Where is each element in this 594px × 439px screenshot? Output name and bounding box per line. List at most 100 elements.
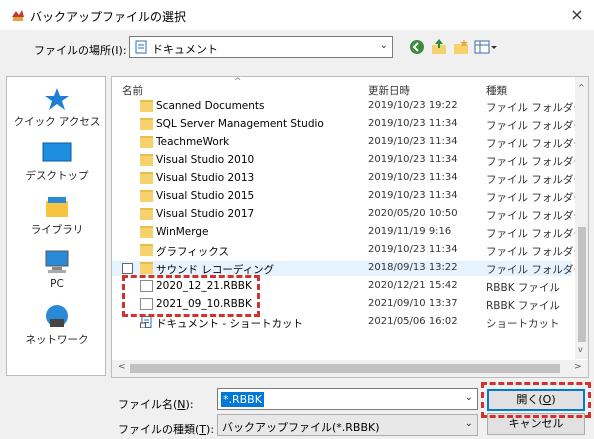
filetype-select[interactable]: バックアップファイル(*.RBBK) ⌄ [217,414,478,436]
folder-icon [140,172,153,184]
folder-icon [140,190,153,202]
file-icon [140,298,153,310]
file-row[interactable]: Visual Studio 2015 2019/10/23 11:34 ファイル… [112,189,584,204]
place-label: PC [50,278,64,290]
column-header-date[interactable]: 更新日時 [368,83,410,98]
file-type: ファイル フォルダー [486,138,584,150]
places-bar: クイック アクセス デスクトップ ライブラリ PC ネットワーク [6,76,106,376]
file-date: 2021/05/06 16:02 [368,316,458,327]
horizontal-scrollbar[interactable]: < > [112,360,588,377]
file-type: ファイル フォルダー [486,156,584,168]
file-name: サウンド レコーディング [156,264,275,276]
row-checkbox[interactable] [122,263,133,274]
place-label: デスクトップ [25,170,89,182]
place-quick-access[interactable]: クイック アクセス [7,87,107,129]
file-name: 2021_09_10.RBBK [156,298,252,310]
file-date: 2019/10/23 19:22 [368,100,458,111]
scroll-down-icon[interactable]: v [578,345,583,354]
app-icon [12,10,24,21]
column-header-type[interactable]: 種類 [486,83,507,98]
file-row[interactable]: Visual Studio 2017 2020/05/20 10:50 ファイル… [112,207,584,222]
open-button[interactable]: 開く(O) [487,389,585,411]
file-type: RBBK ファイル [486,300,560,312]
file-list[interactable]: 名前 ^ 更新日時 種類 Scanned Documents 2019/10/2… [111,76,589,378]
column-header-name[interactable]: 名前 [122,83,143,98]
filetype-value: バックアップファイル(*.RBBK) [222,421,380,434]
file-type: ファイル フォルダー [486,120,584,132]
filetype-label: ファイルの種類(T): [118,423,215,436]
file-row[interactable]: SQL Server Management Studio 2019/10/23 … [112,117,584,132]
filename-input[interactable]: *.RBBK [221,392,264,407]
file-date: 2021/09/10 13:37 [368,298,458,309]
file-row[interactable]: 2021_09_10.RBBK 2021/09/10 13:37 RBBK ファ… [112,297,572,312]
file-date: 2019/10/23 11:34 [368,244,458,255]
location-label: ファイルの場所(I): [34,44,127,57]
file-type: ファイル フォルダー [486,228,584,240]
pc-icon [45,250,69,273]
file-type: ショートカット [486,318,560,330]
file-type: RBBK ファイル [486,282,560,294]
window-title: バックアップファイルの選択 [30,10,187,24]
file-date: 2018/09/13 13:22 [368,262,458,273]
file-name: Visual Studio 2015 [156,190,255,202]
file-row[interactable]: ドキュメント - ショートカット 2021/05/06 16:02 ショートカッ… [112,315,572,330]
chevron-down-icon: ⌄ [379,40,388,51]
folder-icon [140,154,153,166]
file-type: ファイル フォルダー [486,246,584,258]
star-icon [45,88,69,110]
file-row[interactable]: Scanned Documents 2019/10/23 19:22 ファイル … [112,99,584,114]
scroll-thumb[interactable] [130,364,560,373]
file-date: 2020/12/21 15:42 [368,280,458,291]
folder-icon [140,244,153,256]
scroll-left-icon[interactable]: < [118,362,126,372]
cancel-button[interactable]: キャンセル [487,413,585,435]
close-button[interactable]: × [566,4,588,26]
file-name: ドキュメント - ショートカット [156,318,303,330]
new-folder-icon[interactable] [452,38,470,56]
folder-icon [140,262,153,274]
place-desktop[interactable]: デスクトップ [7,141,107,183]
file-type: ファイル フォルダー [486,102,584,114]
location-value: ドキュメント [152,43,218,56]
file-name: WinMerge [156,226,209,238]
file-date: 2020/05/20 10:50 [368,208,458,219]
file-date: 2019/10/23 11:34 [368,118,458,129]
file-row[interactable]: WinMerge 2019/11/19 9:16 ファイル フォルダー [112,225,584,240]
view-menu-icon[interactable] [474,38,498,56]
file-name: Visual Studio 2017 [156,208,255,220]
desktop-icon [42,142,72,162]
file-row[interactable]: TeachmeWork 2019/10/23 11:34 ファイル フォルダー [112,135,584,150]
up-folder-icon[interactable] [430,38,448,56]
file-date: 2019/10/23 11:34 [368,172,458,183]
file-name: SQL Server Management Studio [156,118,324,130]
filename-combobox[interactable]: *.RBBK ⌄ [217,388,478,410]
file-row[interactable]: Visual Studio 2010 2019/10/23 11:34 ファイル… [112,153,584,168]
location-combobox[interactable]: ドキュメント ⌄ [129,36,393,58]
file-row[interactable]: 2020_12_21.RBBK 2020/12/21 15:42 RBBK ファ… [112,279,572,294]
place-library[interactable]: ライブラリ [7,195,107,237]
place-label: ライブラリ [30,224,84,236]
place-network[interactable]: ネットワーク [7,303,107,347]
title-bar: バックアップファイルの選択 × [0,0,594,30]
file-date: 2019/10/23 11:34 [368,154,458,165]
folder-icon [140,226,153,238]
folder-icon [140,118,153,130]
file-name: グラフィックス [156,246,229,258]
scroll-right-icon[interactable]: > [574,362,582,372]
file-name: Visual Studio 2013 [156,172,255,184]
place-label: クイック アクセス [13,116,101,128]
scroll-up-icon[interactable]: ^ [578,83,585,92]
file-icon [140,280,153,292]
scroll-thumb[interactable] [578,227,586,342]
file-row[interactable]: グラフィックス 2019/10/23 11:34 ファイル フォルダー [112,243,584,258]
chevron-down-icon[interactable]: ⌄ [465,392,473,403]
file-row[interactable]: サウンド レコーディング 2018/09/13 13:22 ファイル フォルダー [112,261,584,276]
back-icon[interactable] [408,38,426,56]
file-row[interactable]: Visual Studio 2013 2019/10/23 11:34 ファイル… [112,171,584,186]
file-date: 2019/10/23 11:34 [368,190,458,201]
file-date: 2019/10/23 11:34 [368,136,458,147]
file-name: TeachmeWork [156,136,230,148]
file-type: ファイル フォルダー [486,210,584,222]
vertical-scrollbar[interactable]: ^ v [575,77,588,359]
place-pc[interactable]: PC [7,249,107,290]
